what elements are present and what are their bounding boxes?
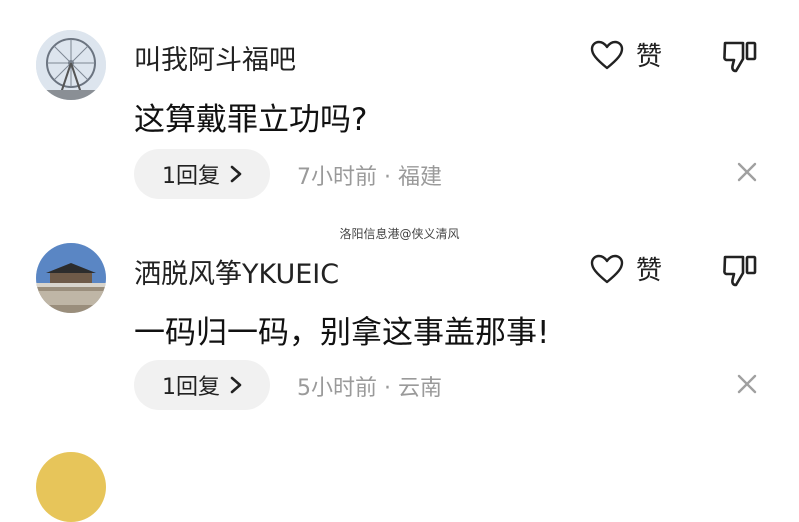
chevron-right-icon xyxy=(230,376,242,394)
thumbs-down-icon xyxy=(723,255,757,287)
avatar[interactable] xyxy=(36,452,106,522)
comment-content: 一码归一码，别拿这事盖那事! xyxy=(134,315,550,351)
reply-button[interactable]: 1回复 xyxy=(134,360,270,410)
comment-item: 洒脱风筝YKUEIC 赞 一码归一码，别拿这事盖那事! 1回复 5小时前 · 云… xyxy=(0,0,799,466)
avatar[interactable] xyxy=(36,243,106,313)
username[interactable]: 洒脱风筝YKUEIC xyxy=(134,252,339,291)
like-label: 赞 xyxy=(636,256,663,286)
dislike-button[interactable] xyxy=(722,254,758,292)
heart-icon xyxy=(590,254,624,283)
like-button[interactable]: 赞 xyxy=(590,250,662,287)
close-icon xyxy=(737,374,757,394)
reply-label: 1回复 xyxy=(162,375,220,400)
comment-meta: 5小时前 · 云南 xyxy=(297,376,442,401)
temple-avatar-icon xyxy=(36,243,106,313)
close-button[interactable] xyxy=(736,373,758,399)
